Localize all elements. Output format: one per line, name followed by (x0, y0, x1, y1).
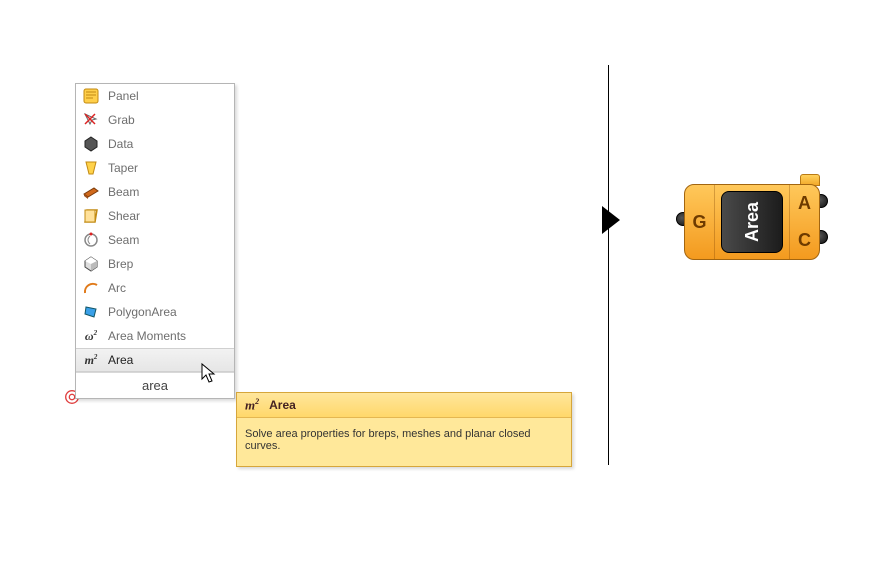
search-row (76, 372, 234, 398)
component-tooltip: m2 Area Solve area properties for breps,… (236, 392, 572, 467)
node-core: Area (715, 185, 789, 259)
menu-item-polygonarea[interactable]: PolygonArea (76, 300, 234, 324)
shear-icon (82, 207, 100, 225)
menu-item-label: Seam (108, 233, 228, 247)
vertical-separator (608, 65, 609, 465)
polygonarea-icon (82, 303, 100, 321)
menu-item-label: Brep (108, 257, 228, 271)
tooltip-header: m2 Area (237, 393, 571, 418)
menu-item-label: Area (108, 353, 228, 367)
data-icon (82, 135, 100, 153)
arc-icon (82, 279, 100, 297)
node-core-label: Area (721, 191, 783, 253)
grab-icon (82, 111, 100, 129)
node-output-column: A C (789, 185, 819, 259)
menu-item-beam[interactable]: Beam (76, 180, 234, 204)
arrow-right-icon (602, 206, 620, 234)
node-output-label-a[interactable]: A (798, 193, 811, 214)
menu-item-brep[interactable]: Brep (76, 252, 234, 276)
menu-item-label: PolygonArea (108, 305, 228, 319)
tooltip-description: Solve area properties for breps, meshes … (237, 418, 571, 466)
node-output-label-c[interactable]: C (798, 230, 811, 251)
menu-item-panel[interactable]: Panel (76, 84, 234, 108)
menu-item-taper[interactable]: Taper (76, 156, 234, 180)
menu-item-area[interactable]: m2 Area (76, 348, 234, 372)
beam-icon (82, 183, 100, 201)
menu-item-label: Panel (108, 89, 228, 103)
menu-item-arc[interactable]: Arc (76, 276, 234, 300)
menu-item-grab[interactable]: Grab (76, 108, 234, 132)
menu-item-label: Data (108, 137, 228, 151)
menu-item-shear[interactable]: Shear (76, 204, 234, 228)
tooltip-title: Area (269, 398, 296, 412)
menu-item-label: Beam (108, 185, 228, 199)
menu-item-label: Taper (108, 161, 228, 175)
panel-icon (82, 87, 100, 105)
area-component-node[interactable]: G Area A C (678, 182, 826, 262)
menu-item-label: Shear (108, 209, 228, 223)
node-input-label[interactable]: G (692, 212, 706, 233)
menu-item-areamoments[interactable]: ω2 Area Moments (76, 324, 234, 348)
node-input-column: G (685, 185, 715, 259)
area-icon: m2 (245, 397, 259, 413)
brep-icon (82, 255, 100, 273)
taper-icon (82, 159, 100, 177)
area-icon: m2 (82, 351, 100, 369)
node-body: G Area A C (684, 184, 820, 260)
areamoments-icon: ω2 (82, 327, 100, 345)
component-search-input[interactable] (82, 376, 228, 395)
menu-item-label: Area Moments (108, 329, 228, 343)
menu-item-label: Grab (108, 113, 228, 127)
seam-icon (82, 231, 100, 249)
menu-item-label: Arc (108, 281, 228, 295)
menu-item-data[interactable]: Data (76, 132, 234, 156)
menu-item-seam[interactable]: Seam (76, 228, 234, 252)
component-search-menu: Panel Grab Data Taper Beam Shear Seam (75, 83, 235, 399)
